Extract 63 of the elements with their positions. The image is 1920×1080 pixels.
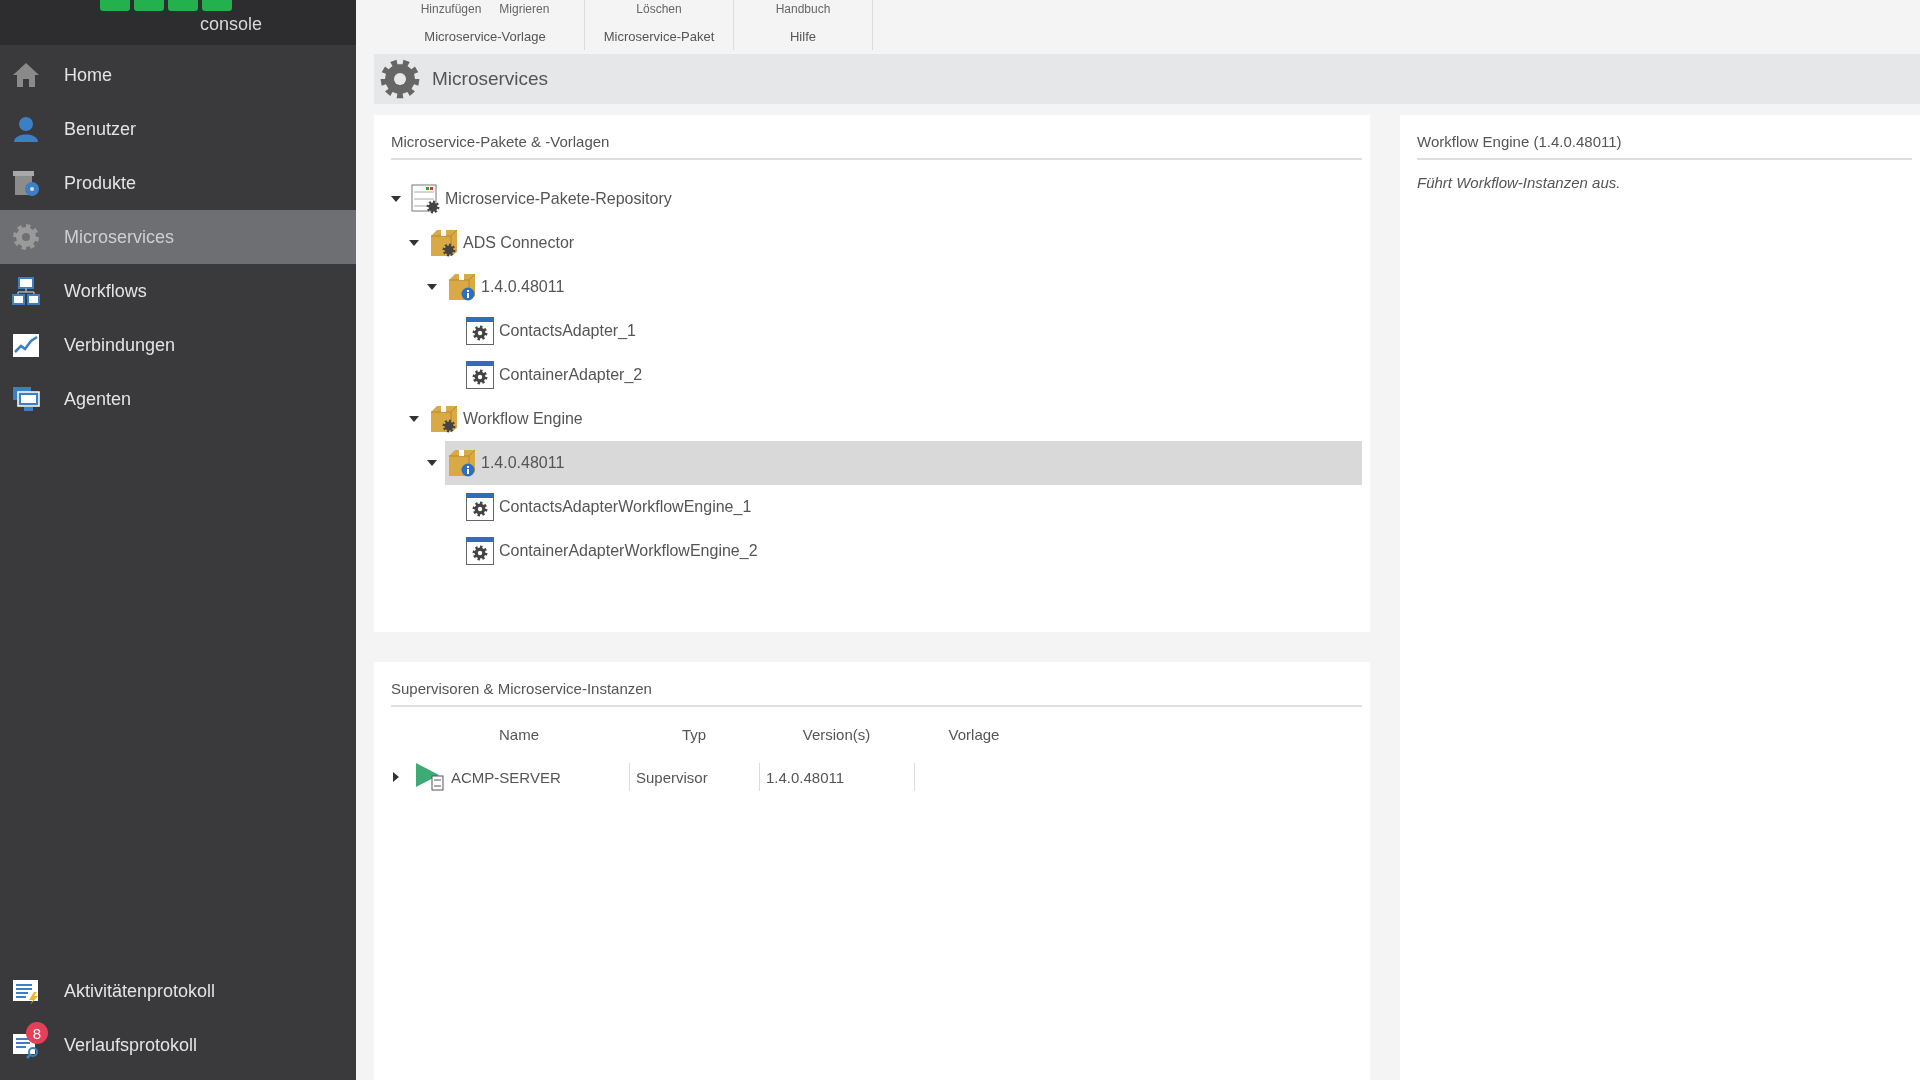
column-header[interactable]: Vorlage	[948, 725, 1000, 743]
house-icon	[12, 61, 40, 89]
tree-item[interactable]: ADS Connector	[427, 221, 1362, 265]
caret-icon[interactable]	[409, 414, 419, 424]
tree-item[interactable]: 1.4.0.48011	[445, 441, 1362, 485]
package-gear-icon	[429, 228, 459, 258]
server-gear-icon	[411, 184, 441, 214]
monitors-icon	[12, 385, 40, 413]
notification-badge: 8	[26, 1022, 48, 1044]
window-gear-icon	[465, 492, 495, 522]
package-info-icon	[447, 272, 477, 302]
user-icon	[12, 115, 40, 143]
ribbon-button[interactable]: Hinzufügen	[418, 2, 484, 16]
column-header[interactable]: Version(s)	[802, 725, 871, 743]
sidebar-item[interactable]: Aktivitätenprotokoll	[0, 964, 356, 1018]
box-icon	[12, 169, 40, 197]
play-server-icon	[415, 762, 445, 792]
sidebar-item[interactable]: Benutzer	[0, 102, 356, 156]
package-info-icon	[447, 448, 477, 478]
tree-item[interactable]: Microservice-Pakete-Repository	[409, 177, 1362, 221]
window-gear-icon	[465, 360, 495, 390]
caret-icon[interactable]	[427, 458, 437, 468]
line-chart-icon	[12, 331, 40, 359]
hierarchy-icon	[12, 277, 40, 305]
package-gear-icon	[429, 404, 459, 434]
column-header[interactable]: Typ	[681, 725, 707, 743]
ribbon-button[interactable]: Migrieren	[497, 2, 552, 16]
sidebar-item[interactable]: Produkte	[0, 156, 356, 210]
gear-icon	[12, 223, 40, 251]
window-gear-icon	[465, 316, 495, 346]
panel-title: Supervisoren & Microservice-Instanzen	[391, 680, 1362, 707]
ribbon-group-label: Microservice-Paket	[603, 29, 715, 44]
sidebar-item[interactable]: Agenten	[0, 372, 356, 426]
table-cell: 1.4.0.48011	[766, 768, 845, 786]
panel-title: Workflow Engine (1.4.0.48011)	[1417, 133, 1912, 160]
ribbon-group-label: Hilfe	[790, 29, 816, 44]
table-cell: Supervisor	[636, 768, 708, 786]
description-text: Führt Workflow-Instanzen aus.	[1417, 173, 1622, 191]
caret-icon[interactable]	[409, 238, 419, 248]
sidebar-item[interactable]: 8 Verlaufsprotokoll	[0, 1018, 356, 1072]
tree-item[interactable]: ContactsAdapterWorkflowEngine_1	[463, 485, 1362, 529]
sidebar-item[interactable]: Verbindungen	[0, 318, 356, 372]
page-title: Microservices	[432, 68, 549, 90]
sidebar-item[interactable]: Workflows	[0, 264, 356, 318]
column-header[interactable]: Name	[499, 725, 539, 743]
ribbon-button[interactable]: Löschen	[634, 2, 684, 16]
log-icon	[12, 977, 40, 1005]
caret-icon[interactable]	[427, 282, 437, 292]
gear-icon	[380, 59, 420, 99]
ribbon-button[interactable]: Handbuch	[773, 2, 833, 16]
sidebar-item[interactable]: Home	[0, 48, 356, 102]
ribbon-group-label: Microservice-Vorlage	[424, 29, 546, 44]
tree-item[interactable]: ContactsAdapter_1	[463, 309, 1362, 353]
table-cell: ACMP-SERVER	[451, 768, 561, 786]
tree-item[interactable]: 1.4.0.48011	[445, 265, 1362, 309]
caret-icon[interactable]	[391, 194, 401, 204]
tree-item[interactable]: ContainerAdapter_2	[463, 353, 1362, 397]
panel-title: Microservice-Pakete & -Vorlagen	[391, 133, 1362, 160]
tree-item[interactable]: ContainerAdapterWorkflowEngine_2	[463, 529, 1362, 573]
tree-item[interactable]: Workflow Engine	[427, 397, 1362, 441]
caret-icon[interactable]	[391, 772, 401, 782]
logo-text: console	[200, 14, 263, 35]
window-gear-icon	[465, 536, 495, 566]
